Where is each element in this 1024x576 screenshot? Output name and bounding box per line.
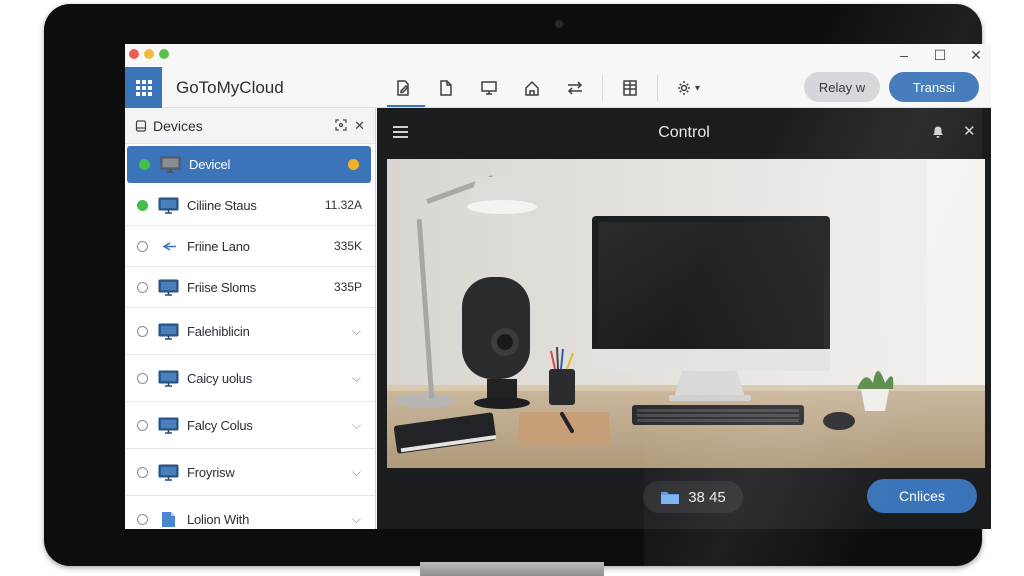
zoom-dot[interactable] xyxy=(159,49,169,59)
monitor-icon xyxy=(158,197,179,214)
monitor-icon xyxy=(158,370,179,387)
chevron-down-icon[interactable]: ⌵ xyxy=(352,512,361,527)
chevron-down-icon[interactable]: ⌵ xyxy=(352,324,361,339)
chevron-down-icon[interactable]: ⌵ xyxy=(352,418,361,433)
device-name: Froyrisw xyxy=(187,464,235,480)
chevron-down-icon[interactable]: ⌵ xyxy=(352,371,361,386)
webcam-dot xyxy=(555,20,563,28)
home-icon[interactable] xyxy=(516,70,548,106)
control-title: Control xyxy=(658,124,710,141)
monitor-icon[interactable] xyxy=(473,70,505,106)
device-name: Falcy Colus xyxy=(187,417,253,433)
sidebar-header: Devices ✕ xyxy=(125,108,375,144)
transfer-arrows-icon[interactable] xyxy=(559,70,591,106)
device-name: Friine Lano xyxy=(187,238,250,254)
chevron-down-icon[interactable]: ⌵ xyxy=(352,465,361,480)
device-list-item[interactable]: Friise Sloms 335P xyxy=(125,267,375,308)
folder-icon xyxy=(661,492,680,504)
device-list-item[interactable]: Caicy uolus ⌵ xyxy=(125,355,375,402)
offline-status-radio[interactable] xyxy=(137,325,148,337)
apps-grid-button[interactable] xyxy=(125,67,162,108)
relay-button[interactable]: Relay w xyxy=(804,72,880,102)
monitor-icon xyxy=(160,156,181,173)
device-list-item[interactable]: Devicel xyxy=(127,146,371,183)
device-meta: 11.32A xyxy=(324,198,362,212)
toolbar-divider xyxy=(657,75,658,101)
bell-icon[interactable] xyxy=(931,125,945,139)
continue-button[interactable]: Cnlices xyxy=(867,479,977,513)
toolbar: ▾ xyxy=(387,70,718,107)
arrow-left-icon xyxy=(158,238,179,255)
session-info-text: 38 45 xyxy=(688,488,726,506)
device-list-item[interactable]: Froyrisw ⌵ xyxy=(125,449,375,496)
offline-status-radio[interactable] xyxy=(137,419,148,431)
remote-desktop-view[interactable] xyxy=(387,159,985,468)
device-list-icon xyxy=(135,119,147,132)
spreadsheet-icon[interactable] xyxy=(614,70,646,106)
minimize-icon[interactable]: – xyxy=(897,47,911,64)
expand-icon[interactable] xyxy=(334,118,348,132)
control-panel: Control ✕ 38 45 Cnlices xyxy=(377,108,991,529)
device-meta: 335K xyxy=(333,239,362,253)
device-name: Friise Sloms xyxy=(187,279,257,295)
monitor-icon xyxy=(158,323,179,340)
devices-sidebar: Devices ✕ Devicel Ciliine Staus 11.32A Frii… xyxy=(125,108,376,529)
transfer-button[interactable]: Transsi xyxy=(889,72,979,102)
traffic-lights xyxy=(129,49,169,59)
close-sidebar-icon[interactable]: ✕ xyxy=(354,118,365,134)
monitor-icon xyxy=(158,417,179,434)
minimize-dot[interactable] xyxy=(144,49,154,59)
device-list: Devicel Ciliine Staus 11.32A Friine Lano 335… xyxy=(125,146,375,529)
device-name: Ciliine Staus xyxy=(187,197,257,213)
maximize-icon[interactable]: ☐ xyxy=(933,47,947,64)
device-name: Lolion With xyxy=(187,511,250,527)
close-control-icon[interactable]: ✕ xyxy=(963,122,976,140)
device-list-item[interactable]: Friine Lano 335K xyxy=(125,226,375,267)
remote-camera-feed-image xyxy=(387,159,985,468)
device-list-item[interactable]: Ciliine Staus 11.32A xyxy=(125,185,375,226)
offline-status-radio[interactable] xyxy=(137,281,148,293)
app-window: GoToMyCloud ▾ – ☐ ✕ Relay w Transsi Devi… xyxy=(125,44,991,529)
offline-status-radio[interactable] xyxy=(137,513,148,525)
toolbar-divider xyxy=(602,75,603,101)
device-list-item[interactable]: Falehiblicin ⌵ xyxy=(125,308,375,355)
settings-gear-icon[interactable]: ▾ xyxy=(669,70,707,106)
offline-status-radio[interactable] xyxy=(137,466,148,478)
file-edit-icon[interactable] xyxy=(387,70,425,107)
sidebar-header-actions: ✕ xyxy=(334,118,365,134)
monitor-frame: GoToMyCloud ▾ – ☐ ✕ Relay w Transsi Devi… xyxy=(44,4,991,566)
device-meta: 335P xyxy=(333,280,362,294)
device-name: Devicel xyxy=(189,157,231,172)
device-name: Caicy uolus xyxy=(187,370,252,386)
device-name: Falehiblicin xyxy=(187,323,250,339)
session-info-pill[interactable]: 38 45 xyxy=(643,481,743,513)
monitor-stand xyxy=(420,562,604,576)
chevron-down-icon: ▾ xyxy=(694,82,701,94)
offline-status-radio[interactable] xyxy=(137,372,148,384)
window-controls: – ☐ ✕ xyxy=(897,47,983,64)
close-icon[interactable]: ✕ xyxy=(969,47,983,64)
grid-icon xyxy=(135,79,152,96)
online-status-dot xyxy=(137,199,148,211)
monitor-icon xyxy=(158,279,179,296)
device-list-item[interactable]: Lolion With ⌵ xyxy=(125,496,375,529)
device-list-item[interactable]: Falcy Colus ⌵ xyxy=(125,402,375,449)
offline-status-radio[interactable] xyxy=(137,240,148,252)
alert-status-dot xyxy=(348,159,359,170)
sidebar-title: Devices xyxy=(153,117,203,134)
close-dot[interactable] xyxy=(129,49,139,59)
control-header: Control ✕ xyxy=(377,108,991,154)
document-icon[interactable] xyxy=(430,70,462,106)
app-title: GoToMyCloud xyxy=(176,78,284,97)
document-icon xyxy=(158,511,179,528)
online-status-dot xyxy=(139,159,150,170)
monitor-icon xyxy=(158,464,179,481)
top-bar: GoToMyCloud ▾ – ☐ ✕ Relay w Transsi xyxy=(125,44,991,108)
